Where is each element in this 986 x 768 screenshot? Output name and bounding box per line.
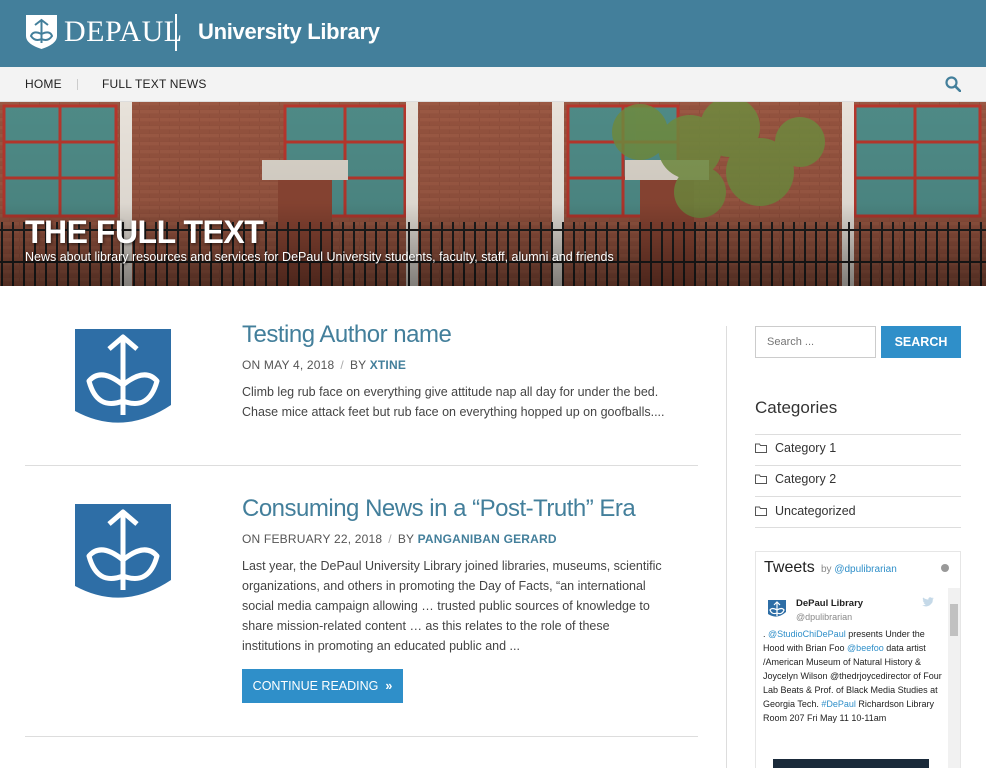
tweets-by: by @dpulibrarian [821,564,897,575]
info-icon[interactable] [941,564,949,572]
category-divider [755,434,961,435]
post-date: ON MAY 4, 2018 [242,358,335,372]
post-author-link[interactable]: PANGANIBAN GERARD [418,532,557,546]
category-divider [755,496,961,497]
main-nav: HOME FULL TEXT NEWS [0,67,986,102]
search-icon[interactable] [945,76,961,92]
category-item[interactable]: Uncategorized [755,504,856,518]
tweets-by-label: by [821,564,832,575]
depaul-shield-icon [26,15,57,49]
nav-item-home[interactable]: HOME [25,77,62,91]
hero-subtitle: News about library resources and service… [25,250,614,264]
tweet-hashtag-link[interactable]: #DePaul [821,699,856,709]
twitter-timeline-widget: Tweets by @dpulibrarian DePaul Library @… [755,551,961,768]
tweet-author-name[interactable]: DePaul Library [796,598,863,609]
category-label: Category 1 [775,441,837,455]
brand-wordmark: DEPAUL [64,15,183,48]
post-meta: ON MAY 4, 2018 / BY XTINE [242,358,406,372]
post-by-label: BY [397,532,415,546]
continue-reading-label: CONTINUE READING [252,679,379,693]
folder-icon [755,443,767,453]
site-title[interactable]: University Library [198,19,380,45]
category-divider [755,527,961,528]
avatar[interactable] [767,599,787,619]
nav-item-full-text-news[interactable]: FULL TEXT NEWS [102,77,207,91]
tweets-handle-link[interactable]: @dpulibrarian [834,564,896,575]
category-divider [755,465,961,466]
folder-icon [755,474,767,484]
category-label: Category 2 [775,472,837,486]
meta-separator: / [388,532,392,546]
depaul-logo[interactable]: DEPAUL [25,14,183,50]
header-divider [175,14,177,51]
tweet-media-preview[interactable] [773,759,929,768]
post-title[interactable]: Consuming News in a “Post-Truth” Era [242,495,636,523]
hero-title: THE FULL TEXT [25,214,264,250]
sidebar-divider [726,326,727,768]
search-input[interactable] [755,326,876,358]
post-excerpt: Climb leg rub face on everything give at… [242,385,665,419]
site-header: DEPAUL University Library [0,0,986,67]
category-item[interactable]: Category 2 [755,472,836,486]
post-thumbnail-depaul-shield-icon[interactable] [73,327,173,433]
post-author-link[interactable]: XTINE [370,358,406,372]
post-divider [25,736,698,737]
post-divider [25,465,698,466]
post-meta: ON FEBRUARY 22, 2018 / BY PANGANIBAN GERAR… [242,532,557,546]
folder-icon [755,506,767,516]
tweets-heading: Tweets [764,559,815,576]
post-title[interactable]: Testing Author name [242,321,452,349]
continue-reading-button[interactable]: CONTINUE READING » [242,669,403,703]
twitter-bird-icon[interactable] [922,597,934,607]
post-date: ON FEBRUARY 22, 2018 [242,532,383,546]
hero-banner: THE FULL TEXT News about library resourc… [0,102,986,286]
search-button[interactable]: SEARCH [881,326,961,358]
tweet-author-handle[interactable]: @dpulibrarian [796,612,852,622]
category-item[interactable]: Category 1 [755,441,836,455]
category-label: Uncategorized [775,504,856,518]
post-thumbnail-depaul-shield-icon[interactable] [73,502,173,608]
post-excerpt: Last year, the DePaul University Library… [242,559,662,653]
categories-heading: Categories [755,398,838,417]
meta-separator: / [340,358,344,372]
nav-separator [77,79,78,90]
tweet-text: . @StudioChiDePaul presents Under the Ho… [763,627,943,725]
tweet-mention-link[interactable]: @beefoo [847,643,884,653]
post-by-label: BY [349,358,367,372]
scrollbar-thumb[interactable] [950,604,958,636]
double-chevron-right-icon: » [385,679,393,693]
tweet-mention-link[interactable]: @StudioChiDePaul [768,629,846,639]
